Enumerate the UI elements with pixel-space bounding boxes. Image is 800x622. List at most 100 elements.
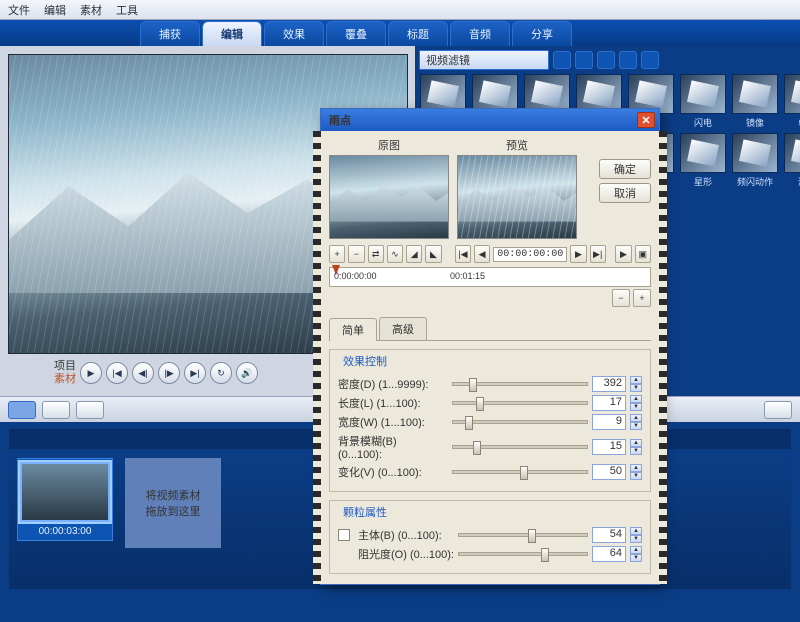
menu-bar: 文件 编辑 素材 工具 <box>0 0 800 20</box>
tab-overlay[interactable]: 覆叠 <box>326 21 386 46</box>
go-start-icon[interactable]: |◀ <box>455 245 471 263</box>
tab-audio[interactable]: 音频 <box>450 21 510 46</box>
effect-control-group: 效果控制 密度(D) (1...9999): 392 ▲▼ 长度(L) (1..… <box>329 349 651 492</box>
density-slider[interactable] <box>452 382 588 386</box>
length-slider[interactable] <box>452 401 588 405</box>
variance-spinner[interactable]: ▲▼ <box>630 464 642 480</box>
tab-effects[interactable]: 效果 <box>264 21 324 46</box>
body-spinner[interactable]: ▲▼ <box>630 527 642 543</box>
length-spinner[interactable]: ▲▼ <box>630 395 642 411</box>
loop-button[interactable]: ↻ <box>210 362 232 384</box>
timeline-view-button[interactable] <box>42 401 70 419</box>
tab-edit[interactable]: 编辑 <box>202 21 262 46</box>
param-body: 主体(B) (0...100): 54 ▲▼ <box>338 527 642 543</box>
storyboard-view-button[interactable] <box>8 401 36 419</box>
param-width: 宽度(W) (1...100): 9 ▲▼ <box>338 414 642 430</box>
project-source-label: 项目素材 <box>16 360 76 386</box>
filter-thumb[interactable]: 漩涡 <box>783 133 800 188</box>
group-title: 颗粒属性 <box>340 504 390 520</box>
opacity-slider[interactable] <box>458 552 588 556</box>
folder-icon[interactable] <box>553 51 571 69</box>
fadeout-button[interactable]: ◣ <box>425 245 441 263</box>
original-preview <box>329 155 449 239</box>
tab-share[interactable]: 分享 <box>512 21 572 46</box>
play-device-button[interactable]: ▣ <box>635 245 651 263</box>
filter-category-combo[interactable]: 视频滤镜 <box>419 50 549 70</box>
clip-thumbnail <box>20 462 110 522</box>
remove-keyframe-button[interactable]: − <box>348 245 364 263</box>
body-value[interactable]: 54 <box>592 527 626 543</box>
density-value[interactable]: 392 <box>592 376 626 392</box>
variance-slider[interactable] <box>452 470 588 474</box>
tab-simple[interactable]: 简单 <box>329 318 377 341</box>
original-label: 原图 <box>378 137 400 153</box>
close-button[interactable]: ✕ <box>637 112 655 128</box>
variance-value[interactable]: 50 <box>592 464 626 480</box>
drop-placeholder[interactable]: 将视频素材 拖放到这里 <box>125 458 221 548</box>
tc-end: 00:01:15 <box>450 271 485 281</box>
width-spinner[interactable]: ▲▼ <box>630 414 642 430</box>
reverse-keyframe-button[interactable]: ⇄ <box>368 245 384 263</box>
add-keyframe-button[interactable]: + <box>329 245 345 263</box>
bgblur-spinner[interactable]: ▲▼ <box>630 439 642 455</box>
keyframe-timeline[interactable]: 0:00:00:00 00:01:15 <box>329 267 651 287</box>
keyframe-toolbar: + − ⇄ ∿ ◢ ◣ |◀ ◀ 00:00:00:00 ▶ ▶| ▶ ▣ <box>329 245 651 263</box>
filter-thumb[interactable]: 星形 <box>679 133 727 188</box>
menu-file[interactable]: 文件 <box>8 2 30 18</box>
param-variance: 变化(V) (0...100): 50 ▲▼ <box>338 464 642 480</box>
bgblur-value[interactable]: 15 <box>592 439 626 455</box>
fadein-button[interactable]: ◢ <box>406 245 422 263</box>
list-icon[interactable] <box>575 51 593 69</box>
menu-edit[interactable]: 编辑 <box>44 2 66 18</box>
audio-view-button[interactable] <box>76 401 104 419</box>
go-end-icon[interactable]: ▶| <box>590 245 606 263</box>
dialog-titlebar[interactable]: 雨点 ✕ <box>321 109 659 131</box>
tab-advanced[interactable]: 高级 <box>379 317 427 340</box>
density-spinner[interactable]: ▲▼ <box>630 376 642 392</box>
opacity-spinner[interactable]: ▲▼ <box>630 546 642 562</box>
playhead-timecode: 00:00:00:00 <box>493 247 567 262</box>
particle-group: 颗粒属性 主体(B) (0...100): 54 ▲▼ 阻光度(O) (0...… <box>329 500 651 574</box>
menu-tools[interactable]: 工具 <box>116 2 138 18</box>
volume-button[interactable]: 🔊 <box>236 362 258 384</box>
cancel-button[interactable]: 取消 <box>599 183 651 203</box>
bgblur-slider[interactable] <box>452 445 588 449</box>
tc-start: 0:00:00:00 <box>334 271 377 281</box>
param-opacity: 阻光度(O) (0...100): 64 ▲▼ <box>338 546 642 562</box>
param-tabs: 简单 高级 <box>329 317 651 341</box>
width-value[interactable]: 9 <box>592 414 626 430</box>
refresh-icon[interactable] <box>619 51 637 69</box>
group-title: 效果控制 <box>340 353 390 369</box>
body-checkbox[interactable] <box>338 529 350 541</box>
opacity-value[interactable]: 64 <box>592 546 626 562</box>
next-kf-icon[interactable]: ▶ <box>570 245 586 263</box>
prev-frame-button[interactable]: ◀| <box>132 362 154 384</box>
sort-icon[interactable] <box>597 51 615 69</box>
effect-preview <box>457 155 577 239</box>
filter-thumb[interactable]: 频闪动作 <box>731 133 779 188</box>
length-value[interactable]: 17 <box>592 395 626 411</box>
width-slider[interactable] <box>452 420 588 424</box>
main-tabs: 捕获 编辑 效果 覆叠 标题 音频 分享 <box>0 20 800 46</box>
dialog-title: 雨点 <box>329 112 351 128</box>
play-button[interactable]: ▶ <box>80 362 102 384</box>
go-end-button[interactable]: ▶| <box>184 362 206 384</box>
go-start-button[interactable]: |◀ <box>106 362 128 384</box>
timeline-clip[interactable]: 00:00:03:00 <box>17 458 113 541</box>
play-preview-button[interactable]: ▶ <box>615 245 631 263</box>
body-slider[interactable] <box>458 533 588 537</box>
filter-thumb[interactable]: 镜像 <box>731 74 779 129</box>
zoom-in-icon[interactable]: + <box>633 289 651 307</box>
filter-thumb[interactable]: 单色 <box>783 74 800 129</box>
options-icon[interactable] <box>641 51 659 69</box>
tab-title[interactable]: 标题 <box>388 21 448 46</box>
curve-button[interactable]: ∿ <box>387 245 403 263</box>
filter-thumb[interactable]: 闪电 <box>679 74 727 129</box>
ok-button[interactable]: 确定 <box>599 159 651 179</box>
tab-capture[interactable]: 捕获 <box>140 21 200 46</box>
zoom-tool-button[interactable] <box>764 401 792 419</box>
zoom-out-icon[interactable]: − <box>612 289 630 307</box>
next-frame-button[interactable]: |▶ <box>158 362 180 384</box>
prev-kf-icon[interactable]: ◀ <box>474 245 490 263</box>
menu-clip[interactable]: 素材 <box>80 2 102 18</box>
